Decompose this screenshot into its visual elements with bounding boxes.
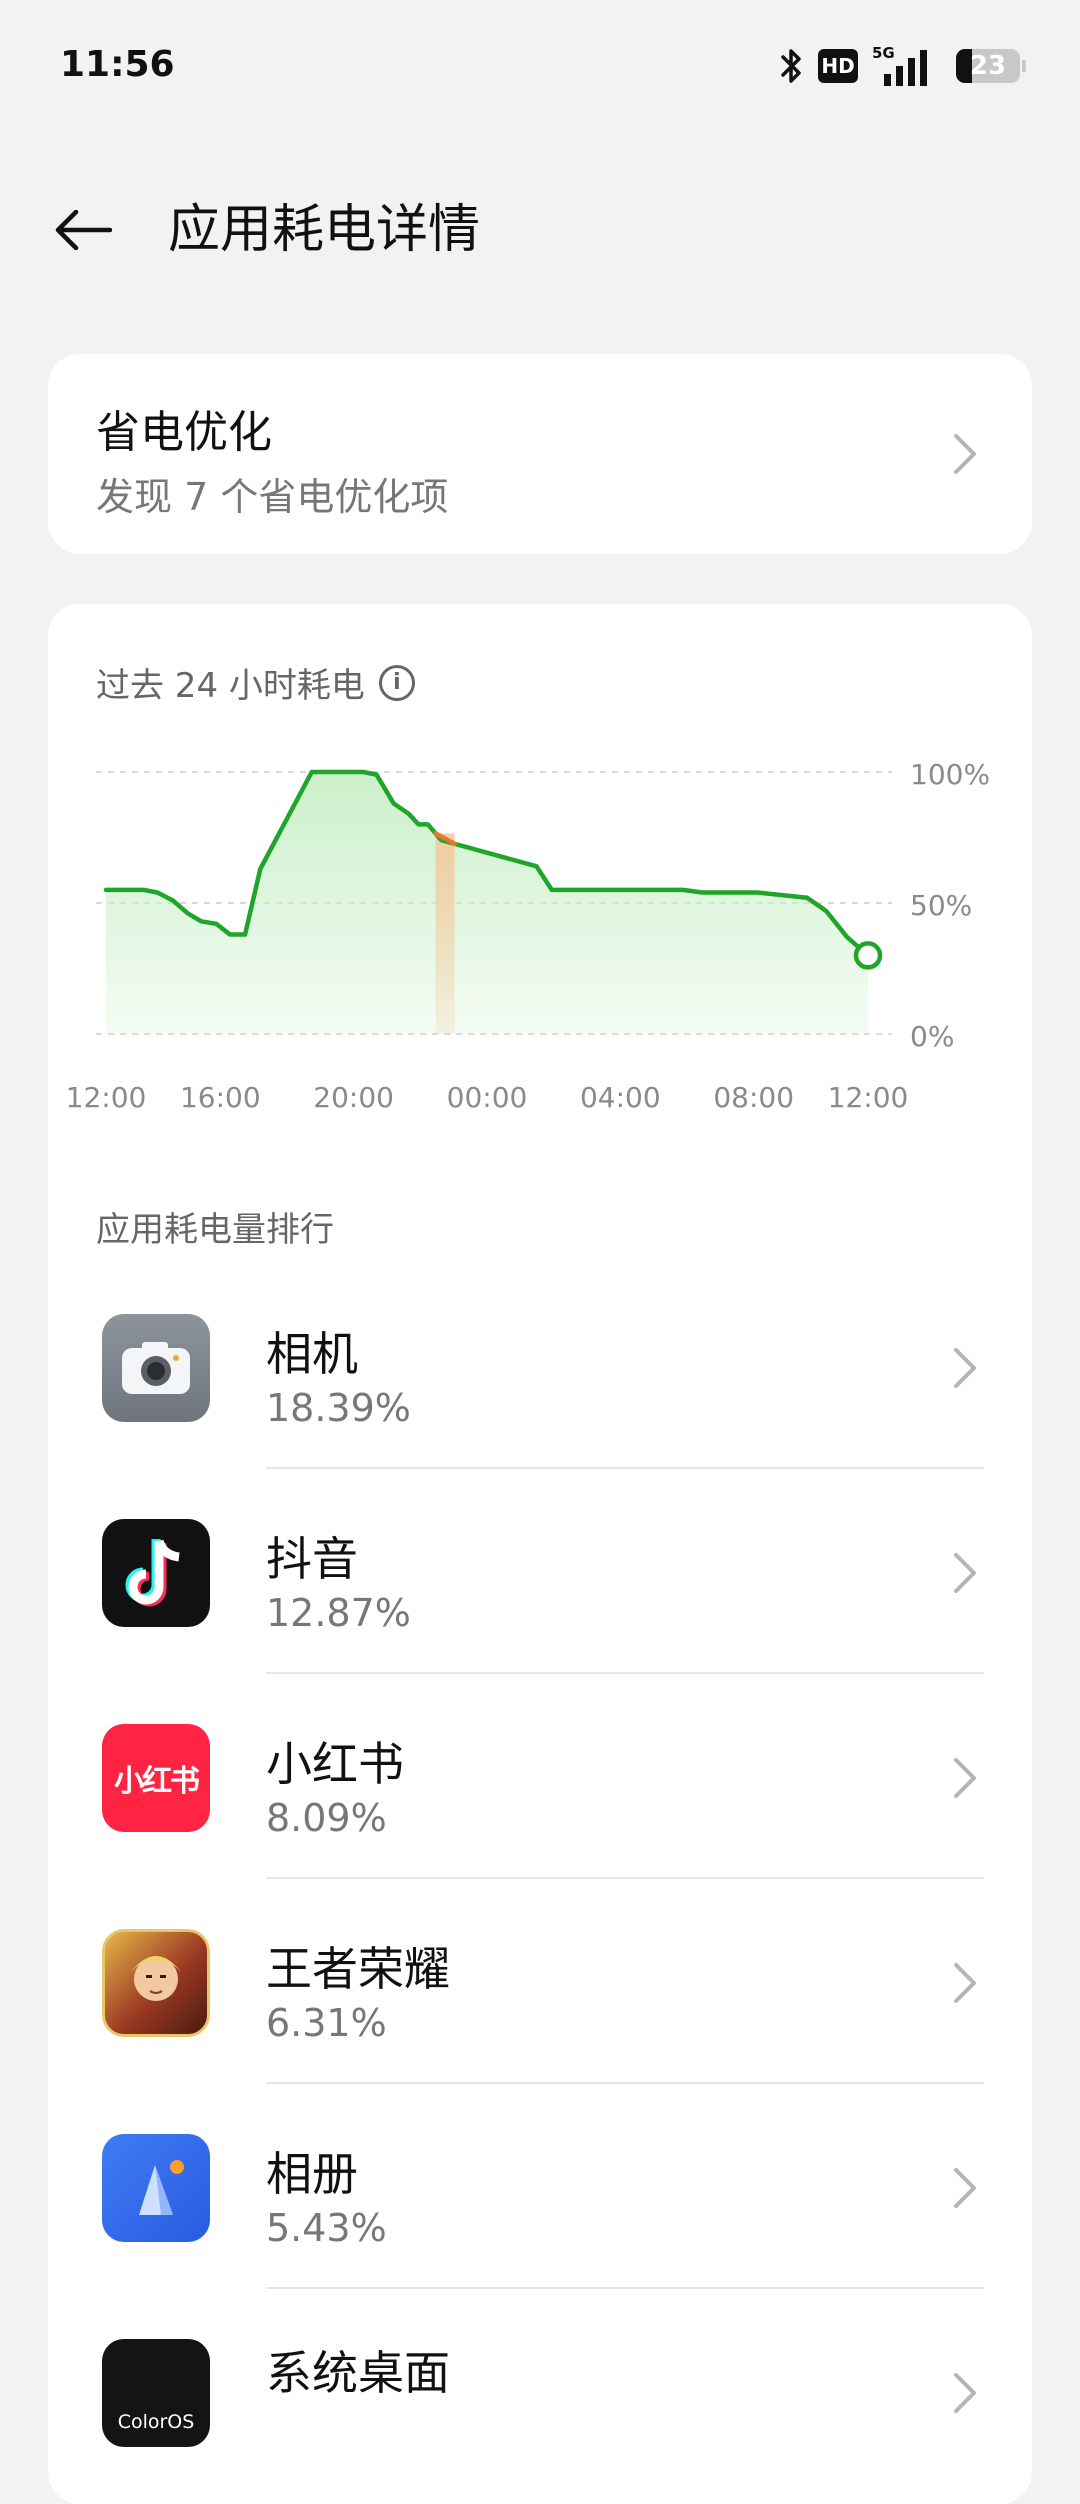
status-time: 11:56 (60, 44, 175, 85)
info-icon[interactable]: i (378, 664, 415, 701)
app-usage-percent: 5.43% (266, 2206, 387, 2250)
chevron-right-icon (954, 1553, 976, 1593)
gallery-icon (102, 2134, 210, 2242)
ranking-title: 应用耗电量排行 (96, 1210, 334, 1250)
app-icon-text: ColorOS (117, 2411, 195, 2433)
current-level-marker (853, 941, 883, 970)
bluetooth-icon (781, 49, 801, 83)
battery-usage-card: 过去 24 小时耗电 i 100% 50% 0% 12:00 16:00 20:00 00:… (48, 604, 1032, 2504)
optimization-subtitle: 发现 7 个省电优化项 (96, 475, 449, 519)
app-usage-percent: 6.31% (266, 2001, 387, 2045)
app-usage-percent: 18.39% (266, 1386, 411, 1430)
app-name: 相册 (266, 2147, 358, 2201)
x-tick-label: 04:00 (580, 1081, 661, 1114)
x-tick-label: 00:00 (447, 1081, 528, 1114)
douyin-icon (102, 1519, 210, 1627)
honor-of-kings-icon (102, 1929, 210, 2037)
battery-chart: 100%50%0%12:00 16:00 20:00 00:00 04:00 08:00 1… (66, 758, 990, 1114)
app-row[interactable]: 王者荣耀 6.31% (48, 1879, 1032, 2084)
app-usage-percent: 8.09% (266, 1796, 387, 1840)
y-tick-label: 50% (910, 889, 972, 922)
status-icons: HD 5G 23 (778, 44, 1026, 88)
x-tick-label: 16:00 (180, 1081, 261, 1114)
app-name: 王者荣耀 (266, 1942, 450, 1996)
y-tick-label: 0% (910, 1020, 954, 1053)
optimization-title: 省电优化 (96, 407, 272, 458)
hd-badge: HD (818, 49, 858, 83)
app-usage-percent: 12.87% (266, 1591, 411, 1635)
app-row[interactable]: 抖音 12.87% (48, 1469, 1032, 1674)
page-title: 应用耗电详情 (168, 200, 481, 260)
app-row[interactable]: 相机 18.39% (48, 1264, 1032, 1469)
app-row[interactable]: ColorOS 系统桌面 (48, 2289, 1032, 2494)
app-name: 抖音 (266, 1532, 358, 1586)
chevron-right-icon (954, 1348, 976, 1388)
coloros-icon: ColorOS (102, 2339, 210, 2447)
back-arrow-icon (55, 210, 112, 250)
page-header: 应用耗电详情 (0, 180, 1080, 280)
chart-title: 过去 24 小时耗电 (96, 666, 365, 706)
battery-level: 23 (969, 51, 1007, 81)
xiaohongshu-icon: 小红书 (102, 1724, 210, 1832)
app-name: 系统桌面 (266, 2346, 450, 2400)
chevron-right-icon (954, 1758, 976, 1798)
power-optimization-card[interactable]: 省电优化 发现 7 个省电优化项 (48, 354, 1032, 554)
chevron-right-icon (954, 1963, 976, 2003)
app-icon-text: 小红书 (114, 1764, 200, 1799)
app-row[interactable]: 小红书 小红书 8.09% (48, 1674, 1032, 1879)
status-bar: 11:56 HD 5G 23 (0, 0, 1080, 140)
x-tick-label: 12:00 (828, 1081, 909, 1114)
x-tick-label: 12:00 (66, 1081, 147, 1114)
app-row[interactable]: 相册 5.43% (48, 2084, 1032, 2289)
app-name: 小红书 (266, 1737, 404, 1791)
battery-icon: 23 (956, 49, 1026, 83)
chevron-right-icon (954, 2373, 976, 2413)
signal-5g-icon: 5G (872, 44, 927, 86)
chart-header: 过去 24 小时耗电 i (96, 658, 415, 707)
charging-highlight (435, 833, 455, 1034)
chevron-right-icon (954, 2168, 976, 2208)
app-name: 相机 (266, 1327, 358, 1381)
back-button[interactable] (48, 198, 118, 262)
x-tick-label: 08:00 (713, 1081, 794, 1114)
x-tick-label: 20:00 (313, 1081, 394, 1114)
camera-icon (102, 1314, 210, 1422)
network-label: 5G (872, 44, 895, 62)
chevron-right-icon (954, 434, 976, 474)
app-ranking-list: 相机 18.39% 抖音 12.87% 小红书 小红书 8.09% 王者荣耀 6.31% 相册 5.… (48, 1264, 1032, 2494)
y-tick-label: 100% (910, 758, 990, 791)
